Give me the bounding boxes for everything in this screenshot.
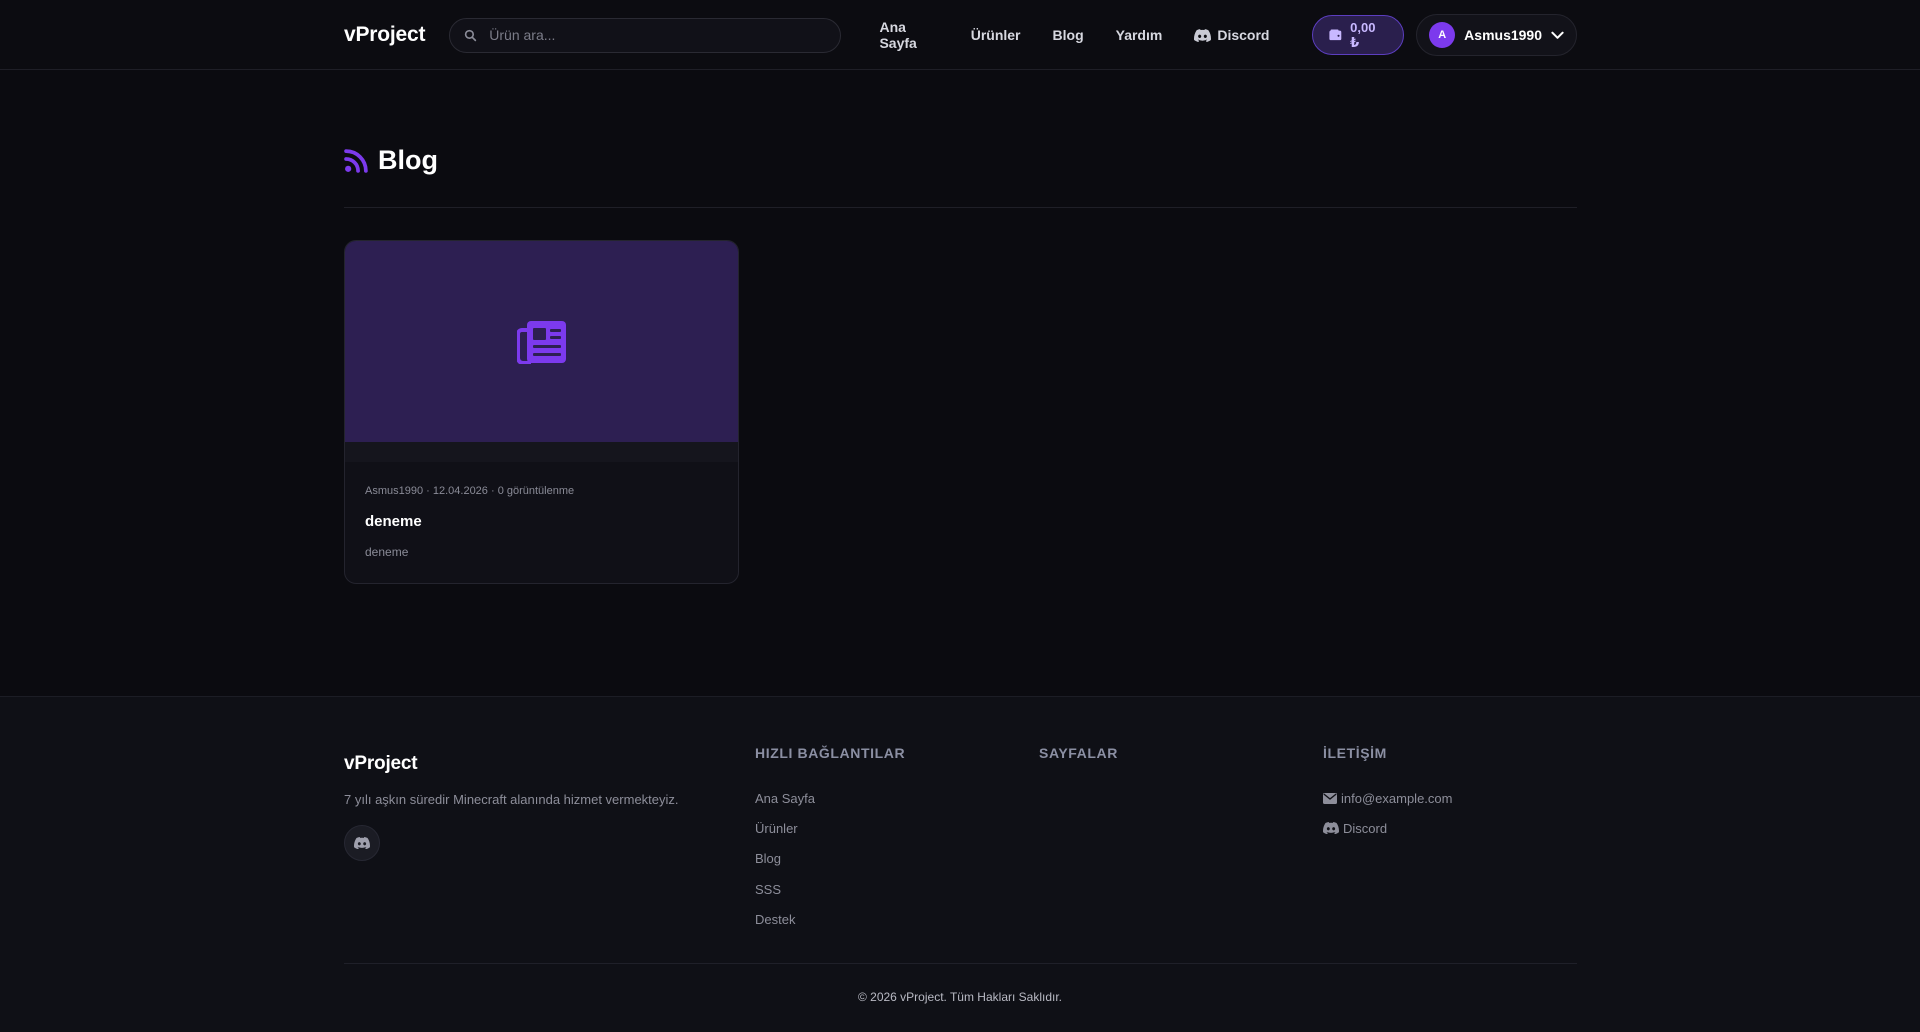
thumbnail-strip [345,442,738,462]
footer-link-home[interactable]: Ana Sayfa [755,783,905,813]
footer-discord-button[interactable] [344,825,380,861]
user-menu-button[interactable]: A Asmus1990 [1416,14,1577,56]
footer-quick-links: HIZLI BAĞLANTILAR Ana Sayfa Ürünler Blog… [755,745,905,934]
search-icon [465,29,477,41]
wallet-icon [1329,29,1342,41]
contact-email[interactable]: info@example.com [1323,783,1452,813]
footer-link-blog[interactable]: Blog [755,844,905,874]
footer-pages: SAYFALAR [1039,745,1118,761]
nav-help[interactable]: Yardım [1116,27,1163,43]
site-logo[interactable]: vProject [344,23,425,47]
post-meta: Asmus1990 · 12.04.2026 · 0 görüntülenme [365,485,575,497]
discord-icon [354,837,370,849]
nav-discord[interactable]: Discord [1194,27,1269,43]
footer-brand: vProject 7 yılı aşkın süredir Minecraft … [344,753,679,861]
footer-description: 7 yılı aşkın süredir Minecraft alanında … [344,792,679,807]
footer-link-products[interactable]: Ürünler [755,813,905,843]
contact-discord[interactable]: Discord [1323,813,1452,843]
nav-discord-label: Discord [1217,27,1270,43]
newspaper-icon [516,320,566,364]
nav-blog[interactable]: Blog [1053,27,1084,43]
contact-email-text: info@example.com [1341,790,1453,806]
envelope-icon [1323,792,1337,804]
balance-amount: 0,00 ₺ [1350,19,1376,50]
post-thumbnail [345,241,738,442]
footer-link-faq[interactable]: SSS [755,874,905,904]
avatar: A [1429,22,1456,48]
contact-discord-text: Discord [1343,820,1388,836]
main-nav: Ana Sayfa Ürünler Blog Yardım Discord [879,19,1269,51]
nav-products[interactable]: Ürünler [971,27,1021,43]
discord-icon [1323,822,1339,835]
footer-contact: İLETİŞİM info@example.com Discord [1323,745,1452,844]
blog-post-card[interactable]: Asmus1990 · 12.04.2026 · 0 görüntülenme … [344,240,739,584]
title-divider [344,207,1577,208]
balance-button[interactable]: 0,00 ₺ [1312,15,1405,55]
footer-divider [344,963,1577,964]
quick-links-heading: HIZLI BAĞLANTILAR [755,745,906,761]
search-input[interactable] [489,27,827,43]
footer: vProject 7 yılı aşkın süredir Minecraft … [0,696,1920,1032]
pages-heading: SAYFALAR [1039,745,1118,761]
search-box[interactable] [449,17,842,53]
footer-link-support[interactable]: Destek [755,904,905,934]
post-title[interactable]: deneme [365,513,718,530]
post-excerpt: deneme [365,545,409,559]
top-navbar: vProject Ana Sayfa Ürünler Blog Yardım D… [0,0,1920,70]
page-title: Blog [344,145,438,176]
discord-icon [1194,28,1212,42]
rss-icon [344,149,368,173]
username: Asmus1990 [1464,27,1542,43]
chevron-down-icon [1551,31,1564,39]
contact-heading: İLETİŞİM [1323,745,1387,761]
footer-logo[interactable]: vProject [344,753,679,775]
copyright: © 2026 vProject. Tüm Hakları Saklıdır. [857,990,1063,1004]
nav-home[interactable]: Ana Sayfa [879,19,938,51]
page-heading: Blog [378,145,438,175]
